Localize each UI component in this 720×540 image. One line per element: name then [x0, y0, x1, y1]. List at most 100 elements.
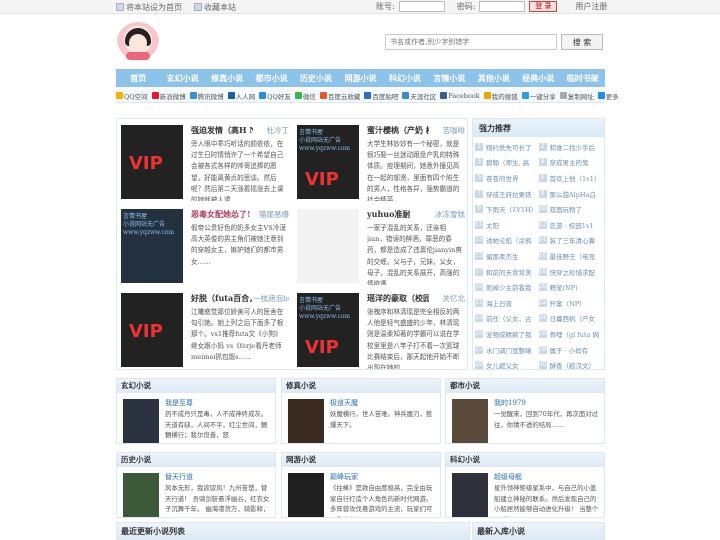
recommend-title[interactable]: 穿成男主的鬼 [550, 157, 589, 167]
book-cover[interactable] [123, 399, 159, 443]
search-input[interactable] [385, 34, 557, 50]
recommend-title[interactable]: 熊掉少主前看我 [486, 282, 532, 292]
featured-book[interactable]: VIP 好脱（futa百合， 一枝遮泡bu 江曦惑觉那位娇美可人的医舍在勾引她。她… [117, 287, 293, 371]
share-baidu-cloud[interactable]: 百度云收藏 [319, 91, 360, 101]
recommend-item[interactable]: 24 日暮西帆（产女 [538, 311, 603, 327]
favorite-link[interactable]: 收藏本站 [194, 2, 236, 13]
book-author[interactable]: 冰冻雪糕 [435, 209, 465, 220]
recommend-item[interactable]: 11 太阳 [475, 217, 539, 233]
recommend-item[interactable]: 3 碧翰（师生, 高 [475, 155, 539, 171]
book-author[interactable]: 猫尾易爆 [259, 209, 289, 220]
recommend-title[interactable]: 那么甜AlpHa白 [550, 189, 596, 199]
book-cover[interactable] [452, 399, 488, 443]
share-weibo[interactable]: 新浪微博 [151, 91, 186, 101]
book-title[interactable]: 蜜汁樱桃（产奶 校园 [367, 125, 429, 136]
featured-book[interactable]: yuhuo准耐 冰冻雪糕 一家子混乱的关系，还亲相jian，错误的醉酒，罪恶的春药… [293, 203, 469, 287]
recommend-title[interactable]: 首欢上他（1v1） [550, 173, 601, 183]
recommend-title[interactable]: 双面玩物了 [550, 204, 583, 214]
featured-book[interactable]: VIP 强迫发情（高H NP） 杜冷丁 旁人眼中乖巧听话的颜依依，在过生日时情悄许… [117, 119, 293, 203]
book-cover[interactable]: 言情书屋 小说网站无广告 www.yqzww.com VIP [297, 293, 359, 367]
share-more[interactable]: 更多 [597, 91, 619, 101]
book-cover[interactable] [123, 473, 159, 517]
recommend-title[interactable]: 装了三年清心寡 [550, 235, 596, 245]
recommend-title[interactable]: 酥香（糙汉文） [550, 360, 596, 370]
book-title[interactable]: 恶毒女配她怂了! [191, 209, 251, 220]
share-wechat[interactable]: 微信 [294, 91, 316, 101]
recommend-item[interactable]: 5 苍苍的世界 [475, 170, 539, 186]
recommend-title[interactable]: 太阳 [486, 220, 499, 230]
nav-lishi[interactable]: 历史小说 [294, 69, 338, 87]
recommend-title[interactable]: 海上日夜 [486, 298, 512, 308]
book-title[interactable]: 强迫发情（高H NP） [191, 125, 253, 136]
recommend-item[interactable]: 27 水门调门宽整喇 [475, 342, 539, 358]
nav-jingdian[interactable]: 经典小说 [516, 69, 560, 87]
recommend-title[interactable]: 快穿之珍惜求配 [550, 267, 596, 277]
nav-wangyou[interactable]: 网游小说 [338, 69, 382, 87]
login-button[interactable]: 登 录 [529, 1, 558, 12]
share-sohu[interactable]: 我的搜狐 [483, 91, 518, 101]
recommend-item[interactable]: 29 女儿妮父女 [475, 357, 539, 373]
book-cover[interactable]: 言情书屋 小说网站无广告 www.yqzww.com [121, 209, 183, 283]
book-cover[interactable]: VIP [121, 125, 183, 199]
recommend-item[interactable]: 16 最佳野王（电竞 [538, 248, 603, 264]
recommend-item[interactable]: 17 和前的天背背美 [475, 264, 539, 280]
book-title[interactable]: 巅峰玩家 [330, 472, 358, 482]
recommend-item[interactable]: 18 快穿之珍惜求配 [538, 264, 603, 280]
share-qzone[interactable]: QQ空间 [116, 91, 148, 101]
share-tianya[interactable]: 天涯社区 [402, 91, 436, 101]
nav-home[interactable]: 首页 [116, 69, 160, 87]
account-input[interactable] [398, 1, 445, 12]
recommend-item[interactable]: 21 海上日夜 [475, 295, 539, 311]
book-author[interactable]: 苦咖啡 [443, 125, 466, 136]
recommend-item[interactable]: 15 偏那柔杰生 [475, 248, 539, 264]
recommend-title[interactable]: 日暮西帆（产女 [550, 313, 596, 323]
recommend-title[interactable]: 恋游 · 校园1v1 [550, 220, 594, 230]
recommend-title[interactable]: 女儿妮父女 [486, 360, 519, 370]
share-oneclick[interactable]: 一键分享 [521, 91, 556, 101]
recommend-title[interactable]: 翔约丢失可长了 [486, 142, 532, 152]
recommend-title[interactable]: 苍苍的世界 [486, 173, 519, 183]
recommend-item[interactable]: 6 首欢上他（1v1） [538, 170, 603, 186]
book-title[interactable]: 好脱（futa百合， [191, 293, 253, 304]
book-title[interactable]: 超级母舰 [494, 472, 522, 482]
nav-xiuzhen[interactable]: 修真小说 [205, 69, 249, 87]
book-title[interactable]: 极道天魔 [330, 398, 358, 408]
recommend-item[interactable]: 20 野宠(NP) [538, 279, 603, 295]
recommend-title[interactable]: 宠物成精赖了我 [486, 329, 532, 339]
recommend-title[interactable]: 野宠(NP) [550, 282, 578, 292]
site-logo[interactable] [116, 22, 160, 66]
recommend-title[interactable]: 穿成王府拉粟铁 [486, 189, 532, 199]
recommend-item[interactable]: 7 穿成王府拉粟铁 [475, 186, 539, 202]
book-cover[interactable] [452, 473, 488, 517]
recommend-item[interactable]: 1 翔约丢失可长了 [475, 139, 539, 155]
recommend-item[interactable]: 26 骨哩（gl futa 网 [538, 326, 603, 342]
recommend-item[interactable]: 12 恋游 · 校园1v1 [538, 217, 603, 233]
recommend-title[interactable]: 属于 · 小妈有 [550, 345, 589, 355]
nav-dushi[interactable]: 都市小说 [249, 69, 293, 87]
book-cover[interactable] [288, 399, 324, 443]
share-tencent-weibo[interactable]: 腾讯微博 [189, 91, 224, 101]
register-link[interactable]: 用户注册 [575, 1, 607, 12]
recommend-title[interactable]: 和前的天背背美 [486, 267, 532, 277]
recommend-item[interactable]: 2 和谁二找少手后 [538, 139, 603, 155]
recommend-item[interactable]: 13 诱她沦陷（涂鸦 [475, 233, 539, 249]
share-tieba[interactable]: 百度贴吧 [364, 91, 398, 101]
category-title[interactable]: 历史小说 [117, 453, 275, 467]
category-title[interactable]: 玄幻小说 [117, 379, 275, 393]
nav-qita[interactable]: 其他小说 [472, 69, 516, 87]
book-cover[interactable]: VIP [121, 293, 183, 367]
recommend-item[interactable]: 10 双面玩物了 [538, 201, 603, 217]
book-title[interactable]: 替天行道 [165, 472, 193, 482]
recommend-title[interactable]: 偏那柔杰生 [486, 251, 519, 261]
book-title[interactable]: 我的1979 [494, 398, 526, 408]
recommend-item[interactable]: 14 装了三年清心寡 [538, 233, 603, 249]
recommend-item[interactable]: 19 熊掉少主前看我 [475, 279, 539, 295]
recommend-title[interactable]: 最佳野王（电竞 [550, 251, 596, 261]
featured-book[interactable]: 言情书屋 小说网站无广告 www.yqzww.com 恶毒女配她怂了! 猫尾易爆 假帝… [117, 203, 293, 287]
book-cover[interactable] [297, 209, 359, 283]
featured-book[interactable]: 言情书屋小说网站无广告www.yqzww.com VIP 蜜汁樱桃（产奶 校园 苦咖… [293, 119, 469, 203]
recommend-item[interactable]: 28 属于 · 小妈有 [538, 342, 603, 358]
book-title[interactable]: yuhuo准耐 [367, 209, 410, 220]
category-title[interactable]: 都市小说 [446, 379, 604, 393]
book-title[interactable]: 我是至尊 [165, 398, 193, 408]
